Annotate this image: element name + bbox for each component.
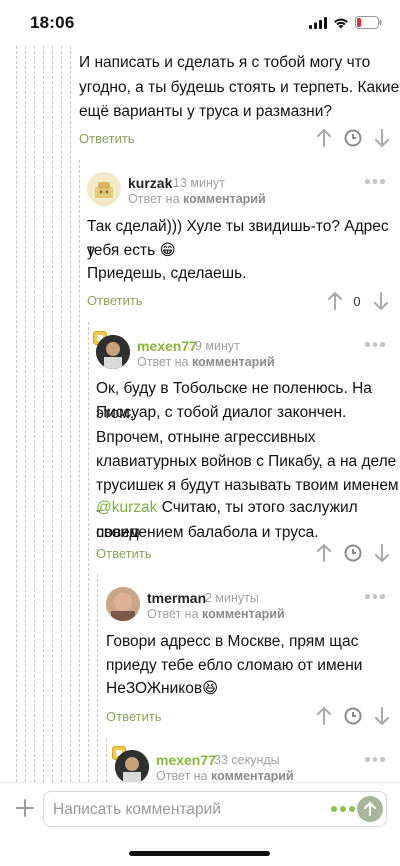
avatar[interactable] (106, 587, 140, 621)
comment-3-line-3: НеЗОЖников😆 (106, 680, 219, 697)
thread-line-8 (79, 160, 80, 782)
comment-0-line-3: ещё варианты у труса и размазни? (79, 103, 333, 120)
thread-line-5 (52, 46, 53, 782)
comment-time: 9 минут (195, 339, 240, 353)
comment-composer: Написать комментарий (0, 782, 400, 834)
comment-0-vote-group (315, 128, 391, 148)
reply-to-link[interactable]: комментарий (202, 607, 285, 621)
upvote-icon[interactable] (326, 291, 344, 311)
comment-reply-to: Ответ на комментарий (128, 192, 266, 206)
comment-author[interactable]: mexen77 (137, 338, 197, 354)
more-options-icon[interactable] (365, 757, 385, 762)
thread-line-4 (43, 46, 44, 782)
reply-to-prefix: Ответ на (147, 607, 199, 621)
comment-1-vote-group: 0 (326, 291, 390, 311)
clock-icon[interactable] (343, 128, 363, 148)
send-button[interactable] (357, 796, 383, 822)
comment-1-line-2: тебя есть 😁 (87, 242, 176, 259)
more-options-icon[interactable] (365, 179, 385, 184)
thread-line-10 (97, 574, 98, 782)
clock-icon[interactable] (343, 543, 363, 563)
avatar-image (87, 172, 121, 206)
upvote-icon[interactable] (315, 543, 333, 563)
comment-3-line-1: Говори адресс в Москве, прям щас (106, 633, 359, 650)
comment-2-line-4: клавиатурных войнов с Пикабу, а на деле (96, 453, 397, 470)
more-options-icon[interactable] (365, 342, 385, 347)
avatar-image (115, 750, 149, 784)
comment-reply-to: Ответ на комментарий (137, 355, 275, 369)
formatting-options-icon[interactable] (331, 806, 355, 812)
comment-time: 13 минут (173, 176, 225, 190)
comment-input-placeholder: Написать комментарий (53, 801, 221, 818)
downvote-icon[interactable] (372, 291, 390, 311)
comment-author[interactable]: tmerman (147, 590, 206, 606)
battery-icon (355, 16, 382, 29)
comment-0-line-1: И написать и сделать я с тобой могу что (79, 54, 371, 71)
comment-0-reply-button[interactable]: Ответить (79, 131, 135, 146)
avatar[interactable] (96, 335, 130, 369)
thread-line-11 (106, 739, 107, 782)
comment-2-vote-group (315, 543, 391, 563)
thread-line-6 (61, 46, 62, 782)
downvote-icon[interactable] (373, 543, 391, 563)
comment-2-reply-button[interactable]: Ответить (96, 546, 152, 561)
avatar[interactable] (87, 172, 121, 206)
comment-2-line-7: поведением балабола и труса. (96, 524, 319, 541)
comment-reply-to: Ответ на комментарий (147, 607, 285, 621)
avatar[interactable] (115, 750, 149, 784)
reply-to-link[interactable]: комментарий (192, 355, 275, 369)
avatar-image (106, 587, 140, 621)
comment-time: 2 минуты (205, 591, 259, 605)
reply-to-prefix: Ответ на (128, 192, 180, 206)
upvote-icon[interactable] (315, 706, 333, 726)
comment-3-line-2: приеду тебе ебло сломаю от имени (106, 657, 363, 674)
home-indicator (129, 851, 270, 856)
signal-icon (309, 16, 327, 29)
downvote-icon[interactable] (373, 128, 391, 148)
add-attachment-icon[interactable] (12, 795, 38, 821)
comment-author[interactable]: mexen77 (156, 752, 216, 768)
status-time: 18:06 (30, 13, 75, 32)
thread-line-1 (16, 46, 17, 782)
comment-author[interactable]: kurzak (128, 175, 172, 191)
status-icons (309, 16, 382, 29)
downvote-icon[interactable] (373, 706, 391, 726)
comment-reply-to: Ответ на комментарий (156, 769, 294, 783)
clock-icon[interactable] (343, 706, 363, 726)
comment-2-line-2: Писсуар, с тобой диалог закончен. (96, 404, 347, 421)
comment-1-line-3: Приедешь, сделаешь. (87, 265, 247, 282)
thread-line-9 (88, 322, 89, 782)
wifi-icon (334, 18, 348, 28)
comment-1-reply-button[interactable]: Ответить (87, 293, 143, 308)
comment-2-line-3: Впрочем, отныне агрессивных (96, 429, 316, 446)
comment-0-line-2: угодно, а ты будешь стоять и терпеть. Ка… (79, 79, 400, 96)
thread-line-3 (34, 46, 35, 782)
comment-input[interactable]: Написать комментарий (43, 791, 387, 827)
comment-3-reply-button[interactable]: Ответить (106, 709, 162, 724)
avatar-image (96, 335, 130, 369)
thread-line-7 (70, 46, 71, 782)
reply-to-prefix: Ответ на (137, 355, 189, 369)
comment-time: 33 секунды (214, 753, 280, 767)
more-options-icon[interactable] (365, 594, 385, 599)
mention-link[interactable]: @kurzak (96, 499, 157, 516)
comment-3-vote-group (315, 706, 391, 726)
upvote-icon[interactable] (315, 128, 333, 148)
status-bar: 18:06 (0, 0, 400, 46)
vote-count: 0 (353, 293, 361, 309)
send-arrow-icon (364, 801, 376, 816)
reply-to-link[interactable]: комментарий (183, 192, 266, 206)
reply-to-link[interactable]: комментарий (211, 769, 294, 783)
reply-to-prefix: Ответ на (156, 769, 208, 783)
thread-line-2 (25, 46, 26, 782)
